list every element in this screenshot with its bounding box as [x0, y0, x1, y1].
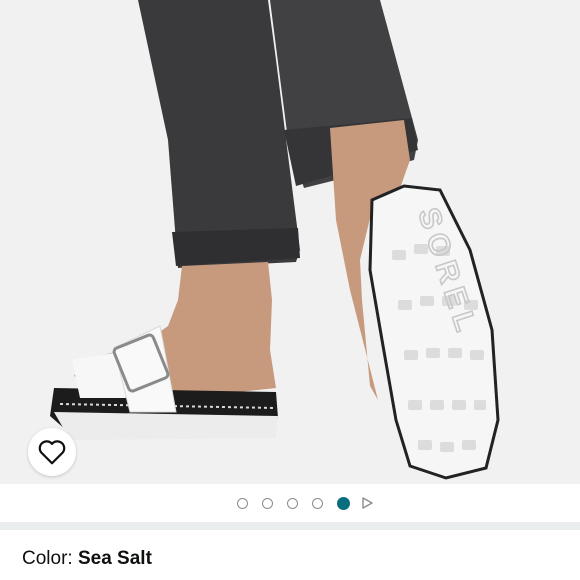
- carousel-dots: [236, 496, 350, 510]
- play-triangle-icon: [361, 497, 373, 509]
- carousel-dot-2[interactable]: [261, 497, 273, 509]
- carousel-dot-1[interactable]: [236, 497, 248, 509]
- carousel-next-button[interactable]: [360, 496, 374, 510]
- carousel-dot-5[interactable]: [336, 496, 350, 510]
- wishlist-button[interactable]: [28, 428, 76, 476]
- color-label: Color:: [22, 548, 73, 569]
- image-carousel-indicator: [0, 484, 580, 522]
- product-image[interactable]: SOREL: [0, 0, 580, 484]
- carousel-dot-4[interactable]: [311, 497, 323, 509]
- carousel-dot-3[interactable]: [286, 497, 298, 509]
- color-selector: Color: Sea Salt: [22, 548, 152, 570]
- color-value: Sea Salt: [77, 548, 152, 569]
- section-divider: [0, 522, 580, 530]
- heart-outline-icon: [38, 440, 66, 465]
- product-photo: SOREL: [0, 0, 580, 484]
